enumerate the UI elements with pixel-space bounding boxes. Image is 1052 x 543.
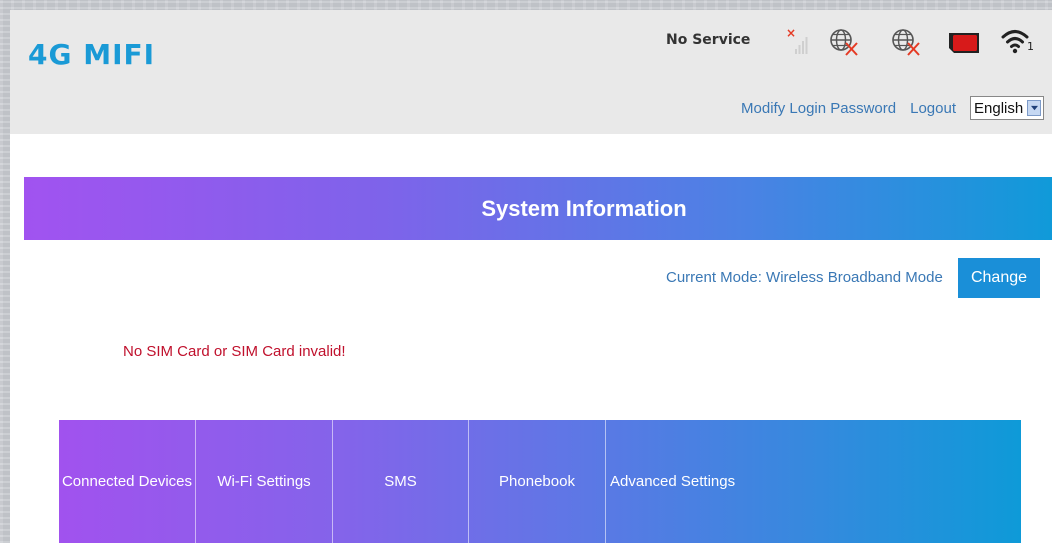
header: 4G MIFI No Service × 1 Modify Login Pass… — [10, 10, 1052, 134]
signal-no-service-icon: × — [786, 26, 808, 54]
globe-disconnected-icon — [892, 29, 920, 56]
nav-wifi-settings[interactable]: Wi-Fi Settings — [196, 420, 333, 543]
chevron-down-icon — [1027, 100, 1041, 116]
sim-warning: No SIM Card or SIM Card invalid! — [123, 343, 346, 360]
network-status: No Service — [666, 32, 751, 48]
language-selected: English — [974, 99, 1024, 117]
nav-advanced-settings[interactable]: Advanced Settings — [606, 420, 1021, 543]
page-frame: 4G MIFI No Service × 1 Modify Login Pass… — [10, 10, 1052, 543]
wifi-status: 1 — [1000, 26, 1036, 58]
header-links: Modify Login Password Logout English — [741, 96, 1044, 120]
globe-disconnected-icon — [830, 29, 858, 56]
logo: 4G MIFI — [28, 38, 156, 71]
sim-card-icon — [949, 33, 979, 53]
current-mode-label: Current Mode: Wireless Broadband Mode — [666, 269, 943, 286]
change-mode-button[interactable]: Change — [958, 258, 1040, 298]
wifi-client-count: 1 — [1027, 40, 1034, 53]
svg-text:×: × — [786, 26, 796, 40]
main-nav: Connected Devices Wi-Fi Settings SMS Pho… — [59, 420, 1021, 543]
nav-connected-devices[interactable]: Connected Devices — [59, 420, 196, 543]
nav-phonebook[interactable]: Phonebook — [469, 420, 606, 543]
language-select[interactable]: English — [970, 96, 1044, 120]
page-title: System Information — [481, 195, 687, 221]
section-banner: System Information — [24, 177, 1052, 240]
nav-sms[interactable]: SMS — [333, 420, 469, 543]
logout-link[interactable]: Logout — [910, 100, 956, 117]
modify-password-link[interactable]: Modify Login Password — [741, 100, 896, 117]
